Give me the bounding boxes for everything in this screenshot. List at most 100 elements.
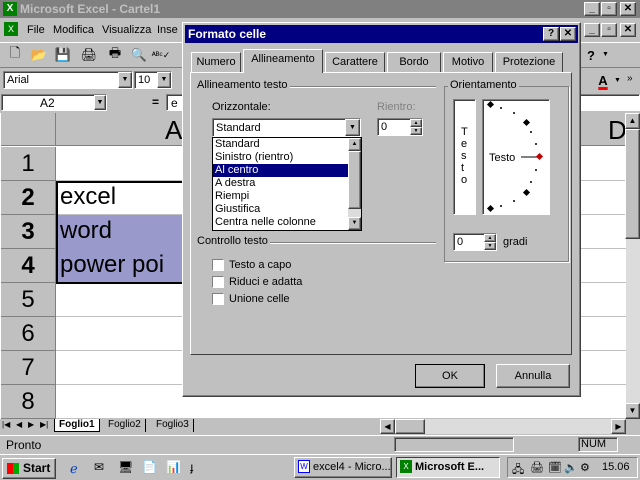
name-box[interactable]: A2 ▼ — [1, 94, 107, 111]
vertical-scrollbar[interactable]: ▲ ▼ — [625, 113, 640, 419]
option-standard[interactable]: Standard — [213, 138, 361, 151]
cell-a2[interactable]: excel — [60, 183, 116, 211]
tab-numero[interactable]: Numero — [191, 52, 241, 72]
row-header-7[interactable]: 7 — [1, 351, 56, 385]
row-header-3[interactable]: 3 — [1, 215, 56, 249]
scroll-up-arrow[interactable]: ▲ — [625, 113, 640, 129]
preview-icon[interactable]: 🔍 — [128, 44, 150, 66]
shrink-fit-label[interactable]: Riduci e adatta — [229, 276, 302, 288]
first-sheet-arrow[interactable]: |◀ — [2, 420, 10, 429]
wrap-text-label[interactable]: Testo a capo — [229, 259, 291, 271]
minimize-button[interactable]: _ — [584, 2, 600, 16]
ok-button[interactable]: OK — [415, 364, 485, 388]
open-folder-icon[interactable]: 📂 — [28, 44, 50, 66]
tray-printer-icon[interactable]: 🖨 — [530, 461, 544, 474]
font-color-dropdown-arrow[interactable]: ▼ — [614, 77, 621, 84]
degrees-up-arrow[interactable]: ▲ — [484, 234, 496, 242]
row-header-8[interactable]: 8 — [1, 385, 56, 419]
row-header-1[interactable]: 1 — [1, 147, 56, 181]
menu-inserisci[interactable]: Inse — [157, 24, 178, 36]
desktop-icon[interactable]: 🖥 — [118, 460, 133, 474]
tray-volume-icon[interactable]: 🔈 — [564, 461, 578, 474]
tab-protezione[interactable]: Protezione — [495, 52, 563, 72]
option-fill[interactable]: Riempi — [213, 190, 361, 203]
dialog-close-button[interactable]: ✕ — [560, 27, 576, 41]
doc-close-button[interactable]: ✕ — [620, 23, 636, 37]
horizontal-dropdown-arrow[interactable]: ▼ — [345, 119, 360, 136]
scroll-thumb[interactable] — [625, 129, 640, 239]
cell-a3[interactable]: word — [60, 217, 112, 245]
col-header-d[interactable]: D — [608, 115, 626, 146]
toolbar-more-icon[interactable]: » — [627, 73, 633, 84]
tab-allineamento[interactable]: Allineamento — [243, 49, 323, 73]
tray-schedule-icon[interactable]: 🗓 — [548, 461, 562, 474]
cell-a4[interactable]: power poi — [60, 251, 164, 279]
help-dropdown-arrow[interactable]: ▼ — [602, 51, 609, 58]
tray-app-icon[interactable]: ⚙ — [580, 461, 590, 474]
option-center[interactable]: Al centro — [213, 164, 361, 177]
merge-cells-checkbox[interactable] — [212, 293, 224, 305]
hscroll-right-arrow[interactable]: ▶ — [611, 419, 626, 434]
tab-motivo[interactable]: Motivo — [443, 52, 493, 72]
name-box-dropdown[interactable]: ▼ — [94, 95, 106, 110]
print-preview-icon[interactable]: 🖶 — [104, 44, 126, 66]
maximize-button[interactable]: ▫ — [601, 2, 617, 16]
new-file-icon[interactable]: 🗋 — [4, 44, 26, 66]
doc-minimize-button[interactable]: _ — [584, 23, 600, 37]
row-header-2[interactable]: 2 — [1, 181, 56, 215]
horizontal-combo[interactable]: Standard ▼ — [212, 118, 361, 137]
cancel-button[interactable]: Annulla — [496, 364, 570, 388]
print-icon[interactable]: 🖨 — [78, 44, 100, 66]
font-size-combo[interactable]: 10 ▼ — [134, 71, 172, 89]
help-icon[interactable]: ? — [580, 44, 602, 66]
orientation-dial[interactable]: Testo — [482, 99, 550, 215]
size-dropdown-arrow[interactable]: ▼ — [157, 72, 171, 88]
degrees-spinner[interactable]: 0 ▲ ▼ — [453, 233, 497, 251]
last-sheet-arrow[interactable]: ▶| — [40, 420, 48, 429]
vertical-text-box[interactable]: T e s t o — [453, 99, 476, 215]
indent-spinner[interactable]: 0 ▲ ▼ — [377, 118, 423, 136]
sheet-tab-foglio2[interactable]: Foglio2 — [104, 419, 146, 432]
dropdown-scroll-down[interactable]: ▼ — [348, 217, 361, 230]
next-sheet-arrow[interactable]: ▶ — [28, 420, 34, 429]
close-button[interactable]: ✕ — [620, 2, 636, 16]
dropdown-scroll-thumb[interactable] — [348, 151, 361, 209]
col-header-a[interactable]: A — [165, 115, 182, 146]
option-right[interactable]: A destra — [213, 177, 361, 190]
doc-icon[interactable]: X — [4, 22, 18, 36]
wrap-text-checkbox[interactable] — [212, 259, 224, 271]
save-icon[interactable]: 💾 — [52, 44, 74, 66]
hscroll-left-arrow[interactable]: ◀ — [380, 419, 395, 434]
dialog-title-bar[interactable]: Formato celle ? ✕ — [185, 25, 578, 43]
horizontal-dropdown-list[interactable]: Standard Sinistro (rientro) Al centro A … — [212, 137, 362, 231]
pen-icon[interactable]: ɟ — [190, 460, 193, 474]
merge-cells-label[interactable]: Unione celle — [229, 293, 290, 305]
option-left-indent[interactable]: Sinistro (rientro) — [213, 151, 361, 164]
dialog-help-button[interactable]: ? — [543, 27, 559, 41]
tab-carattere[interactable]: Carattere — [325, 52, 385, 72]
row-header-5[interactable]: 5 — [1, 283, 56, 317]
scroll-down-arrow[interactable]: ▼ — [625, 403, 640, 419]
option-justify[interactable]: Giustifica — [213, 203, 361, 216]
indent-up-arrow[interactable]: ▲ — [410, 119, 422, 127]
dropdown-scrollbar[interactable]: ▲ ▼ — [348, 138, 361, 230]
row-header-4[interactable]: 4 — [1, 249, 56, 283]
sheet-tab-foglio1[interactable]: Foglio1 — [54, 419, 100, 432]
ie-icon[interactable]: ℯ — [70, 461, 78, 477]
spellcheck-icon[interactable]: ᴬᴮᶜ✓ — [150, 44, 172, 66]
dropdown-scroll-up[interactable]: ▲ — [348, 138, 361, 151]
start-button[interactable]: Start — [2, 458, 56, 479]
font-name-combo[interactable]: Arial ▼ — [3, 71, 133, 89]
excel-app-icon[interactable]: X — [3, 2, 17, 16]
app-icon[interactable]: 📊 — [166, 460, 181, 474]
channel-icon[interactable]: 📄 — [142, 460, 157, 474]
prev-sheet-arrow[interactable]: ◀ — [16, 420, 22, 429]
doc-restore-button[interactable]: ▫ — [601, 23, 617, 37]
horizontal-scrollbar[interactable]: ◀ ▶ — [380, 419, 626, 434]
hscroll-thumb[interactable] — [395, 419, 425, 434]
degrees-down-arrow[interactable]: ▼ — [484, 242, 496, 250]
menu-visualizza[interactable]: Visualizza — [102, 24, 151, 36]
outlook-icon[interactable]: ✉ — [94, 460, 104, 474]
option-center-across[interactable]: Centra nelle colonne — [213, 216, 361, 229]
sheet-tab-foglio3[interactable]: Foglio3 — [152, 419, 194, 432]
